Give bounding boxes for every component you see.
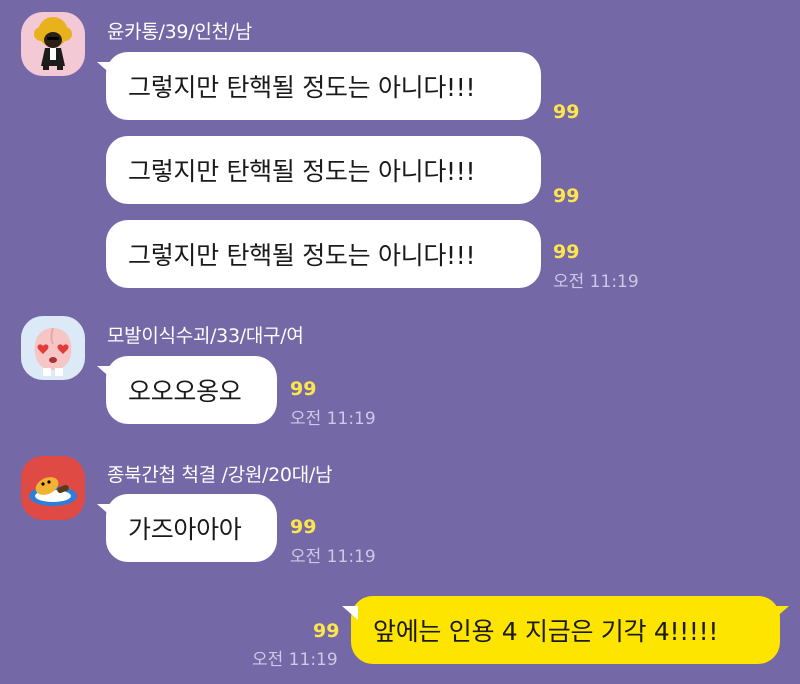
sender-name: 윤카통/39/인천/남 — [107, 21, 252, 43]
message-bubble[interactable]: 그렇지만 탄핵될 정도는 아니다!!! — [97, 52, 541, 120]
unread-count: 99 — [553, 101, 580, 123]
sender-avatar[interactable] — [21, 12, 85, 76]
message-timestamp: 오전 11:19 — [290, 547, 376, 567]
my-message-bubble[interactable]: 앞에는 인용 4 지금은 기각 4!!!!! — [342, 596, 789, 664]
sender-avatar[interactable] — [21, 316, 85, 380]
sender-name: 모발이식수괴/33/대구/여 — [107, 325, 304, 347]
unread-count: 99 — [553, 241, 580, 263]
message-bubble[interactable]: 가즈아아아 — [97, 494, 277, 562]
message-timestamp: 오전 11:19 — [553, 272, 639, 292]
message-bubble[interactable]: 그렇지만 탄핵될 정도는 아니다!!! — [106, 136, 541, 204]
unread-count: 99 — [553, 185, 580, 207]
afro-character-icon — [34, 17, 72, 70]
unread-count: 99 — [313, 620, 340, 642]
message-timestamp: 오전 11:19 — [290, 409, 376, 429]
lying-character-icon — [29, 477, 77, 506]
unread-count: 99 — [290, 516, 317, 538]
message-bubble[interactable]: 오오오옹오 — [97, 356, 277, 424]
message-bubble[interactable]: 그렇지만 탄핵될 정도는 아니다!!! — [106, 220, 541, 288]
message-timestamp: 오전 11:19 — [252, 650, 338, 670]
unread-count: 99 — [290, 378, 317, 400]
peach-heart-eyes-icon — [34, 327, 72, 376]
sender-name: 종북간첩 척결 /강원/20대/남 — [107, 464, 333, 486]
sender-avatar[interactable] — [21, 456, 85, 520]
